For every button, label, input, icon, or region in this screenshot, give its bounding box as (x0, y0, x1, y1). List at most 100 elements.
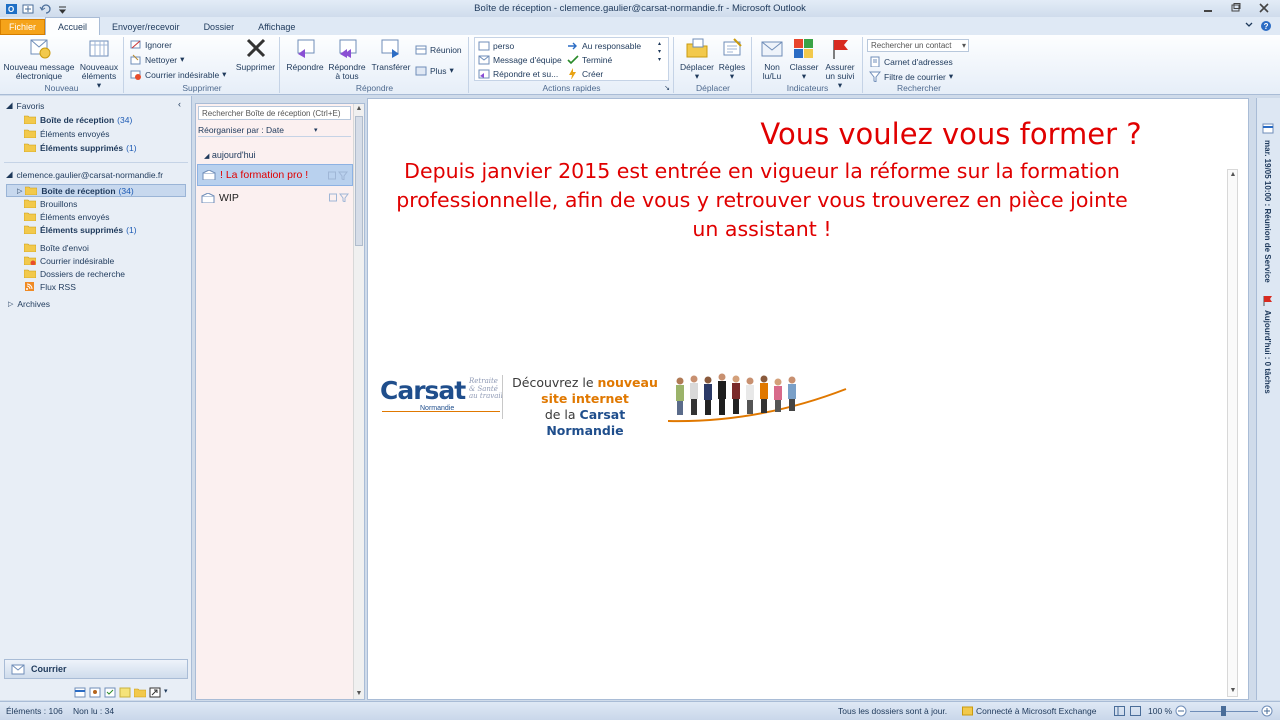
calendar-icon[interactable] (74, 687, 86, 698)
status-connection[interactable]: Connecté à Microsoft Exchange (976, 706, 1096, 716)
quick-steps-scroll[interactable]: ▴ ▾ ▾ (658, 40, 661, 63)
customize-qat-icon[interactable] (55, 2, 69, 15)
outlook-app-icon[interactable]: O (4, 2, 18, 15)
category-box-icon[interactable] (329, 193, 337, 203)
people-group-illustration (668, 373, 847, 423)
help-icon[interactable]: ? (1260, 20, 1272, 34)
configure-buttons-icon[interactable]: ▾ (164, 687, 176, 698)
categorize-button[interactable]: Classer ▾ (788, 37, 820, 81)
flag-icon (833, 40, 848, 59)
scroll-down-icon[interactable]: ▼ (1228, 686, 1238, 696)
envelope-icon (761, 41, 783, 57)
folder-deleted[interactable]: Éléments supprimés (1) (24, 223, 137, 236)
folder-list-icon[interactable] (133, 687, 147, 698)
tab-accueil[interactable]: Accueil (45, 17, 101, 35)
reading-pane-scrollbar[interactable]: ▲ ▼ (1227, 169, 1238, 697)
quick-step-creer[interactable]: Créer (567, 68, 603, 79)
favorites-header[interactable]: ◢ Favoris (6, 99, 44, 112)
reply-button[interactable]: Répondre (284, 37, 326, 72)
categories-icon (794, 39, 813, 58)
folder-drafts[interactable]: Brouillons (24, 197, 77, 210)
contacts-icon[interactable] (89, 687, 101, 698)
unread-read-button[interactable]: Non lu/Lu (756, 37, 788, 81)
tab-fichier[interactable]: Fichier (0, 19, 46, 35)
quick-step-perso[interactable]: perso (478, 40, 514, 51)
ribbon-right-controls: ? (1244, 20, 1272, 34)
group-repondre: Répondre Répondre à tous Transférer Réun… (281, 37, 469, 93)
tasks-icon[interactable] (104, 687, 116, 698)
message-list-scrollbar[interactable]: ▲ ▼ (353, 104, 364, 699)
junk-button[interactable]: Courrier indésirable ▾ (130, 69, 226, 80)
zoom-level[interactable]: 100 % (1148, 706, 1172, 716)
tab-dossier[interactable]: Dossier (192, 18, 247, 35)
favorite-sent[interactable]: Éléments envoyés (24, 127, 109, 140)
meeting-button[interactable]: Réunion (415, 44, 462, 55)
maximize-button[interactable] (1226, 1, 1246, 15)
folder-outbox[interactable]: Boîte d'envoi (24, 241, 89, 254)
tab-envoyer-recevoir[interactable]: Envoyer/recevoir (100, 18, 192, 35)
arrange-by-header[interactable]: Réorganiser par : Date ▾ (198, 124, 351, 137)
quick-step-message-equipe[interactable]: Message d'équipe (478, 54, 562, 65)
group-header-today[interactable]: ◢ aujourd'hui (204, 150, 256, 160)
favorite-deleted[interactable]: Éléments supprimés (1) (24, 141, 137, 154)
minimize-button[interactable] (1198, 1, 1218, 15)
send-receive-icon[interactable] (21, 2, 35, 15)
email-body: Depuis janvier 2015 est entrée en vigueu… (396, 159, 1128, 241)
folder-junk[interactable]: Courrier indésirable (24, 254, 114, 267)
search-contact-input[interactable]: Rechercher un contact ▾ (867, 39, 969, 52)
collapse-pane-icon[interactable]: ‹ (178, 99, 181, 109)
folder-sent[interactable]: Éléments envoyés (24, 210, 109, 223)
todo-bar: mar. 19/05 10:00 : Réunion de Service Au… (1256, 98, 1280, 700)
folder-inbox[interactable]: ▷ Boîte de réception (34) (6, 184, 186, 197)
delete-button[interactable]: Supprimer (233, 37, 278, 72)
quick-step-au-responsable[interactable]: Au responsable (567, 40, 641, 51)
ignore-button[interactable]: Ignorer (130, 39, 172, 50)
move-button[interactable]: Déplacer ▾ (678, 37, 716, 81)
search-input[interactable]: Rechercher Boîte de réception (Ctrl+E) (198, 106, 351, 120)
scrollbar-thumb[interactable] (355, 116, 363, 246)
scroll-up-icon[interactable]: ▲ (1228, 170, 1238, 180)
zoom-out-button[interactable] (1175, 705, 1187, 719)
minimize-ribbon-icon[interactable] (1244, 20, 1254, 34)
new-email-button[interactable]: Nouveau message électronique (3, 37, 75, 81)
quick-step-termine[interactable]: Terminé (567, 54, 612, 65)
quick-step-repondre-suppr[interactable]: Répondre et su... (478, 68, 558, 79)
carsat-banner[interactable]: Carsat Retraite & Santé au travail Norma… (380, 371, 848, 438)
normal-view-icon[interactable] (1114, 706, 1125, 718)
scroll-up-icon[interactable]: ▲ (354, 104, 364, 114)
dialog-launcher-icon[interactable]: ↘ (664, 84, 670, 92)
favorite-inbox[interactable]: Boîte de réception (34) (24, 113, 132, 126)
more-respond-button[interactable]: Plus ▾ (415, 65, 454, 76)
flag-outline-icon[interactable] (338, 171, 348, 181)
sort-arrow-icon[interactable]: ▾ (314, 126, 318, 134)
group-label-actions-rapides: Actions rapides (542, 83, 601, 93)
message-row-selected[interactable]: ! La formation pro ! (197, 164, 353, 186)
zoom-in-button[interactable] (1261, 705, 1273, 719)
address-book-button[interactable]: Carnet d'adresses (869, 56, 953, 67)
message-row[interactable]: WIP (197, 187, 353, 209)
forward-button[interactable]: Transférer (369, 37, 413, 72)
filter-email-button[interactable]: Filtre de courrier ▾ (869, 71, 953, 82)
reading-view-icon[interactable] (1130, 706, 1141, 718)
calendar-icon[interactable] (1262, 123, 1274, 136)
zoom-slider-thumb[interactable] (1221, 706, 1226, 716)
folder-search[interactable]: Dossiers de recherche (24, 267, 125, 280)
account-header[interactable]: ◢ clemence.gaulier@carsat-normandie.fr (6, 168, 163, 181)
undo-icon[interactable] (38, 2, 52, 15)
category-box-icon[interactable] (328, 171, 336, 181)
notes-icon[interactable] (119, 687, 131, 698)
clean-up-button[interactable]: Nettoyer ▾ (130, 54, 184, 65)
mail-module-button[interactable]: Courrier (4, 659, 188, 679)
shortcuts-icon[interactable] (149, 687, 161, 698)
todo-appointment[interactable]: mar. 19/05 10:00 : Réunion de Service (1263, 140, 1272, 283)
folder-rss[interactable]: Flux RSS (24, 280, 76, 293)
close-button[interactable] (1254, 1, 1274, 15)
flag-outline-icon[interactable] (339, 193, 349, 203)
tab-affichage[interactable]: Affichage (246, 18, 307, 35)
rules-button[interactable]: Règles ▾ (715, 37, 749, 81)
folder-archives[interactable]: ▷ Archives (8, 297, 50, 310)
reply-all-button[interactable]: Répondre à tous (326, 37, 368, 81)
scroll-down-icon[interactable]: ▼ (354, 689, 364, 699)
svg-text:O: O (8, 5, 14, 14)
todo-tasks[interactable]: Aujourd'hui : 0 tâches (1263, 310, 1272, 394)
